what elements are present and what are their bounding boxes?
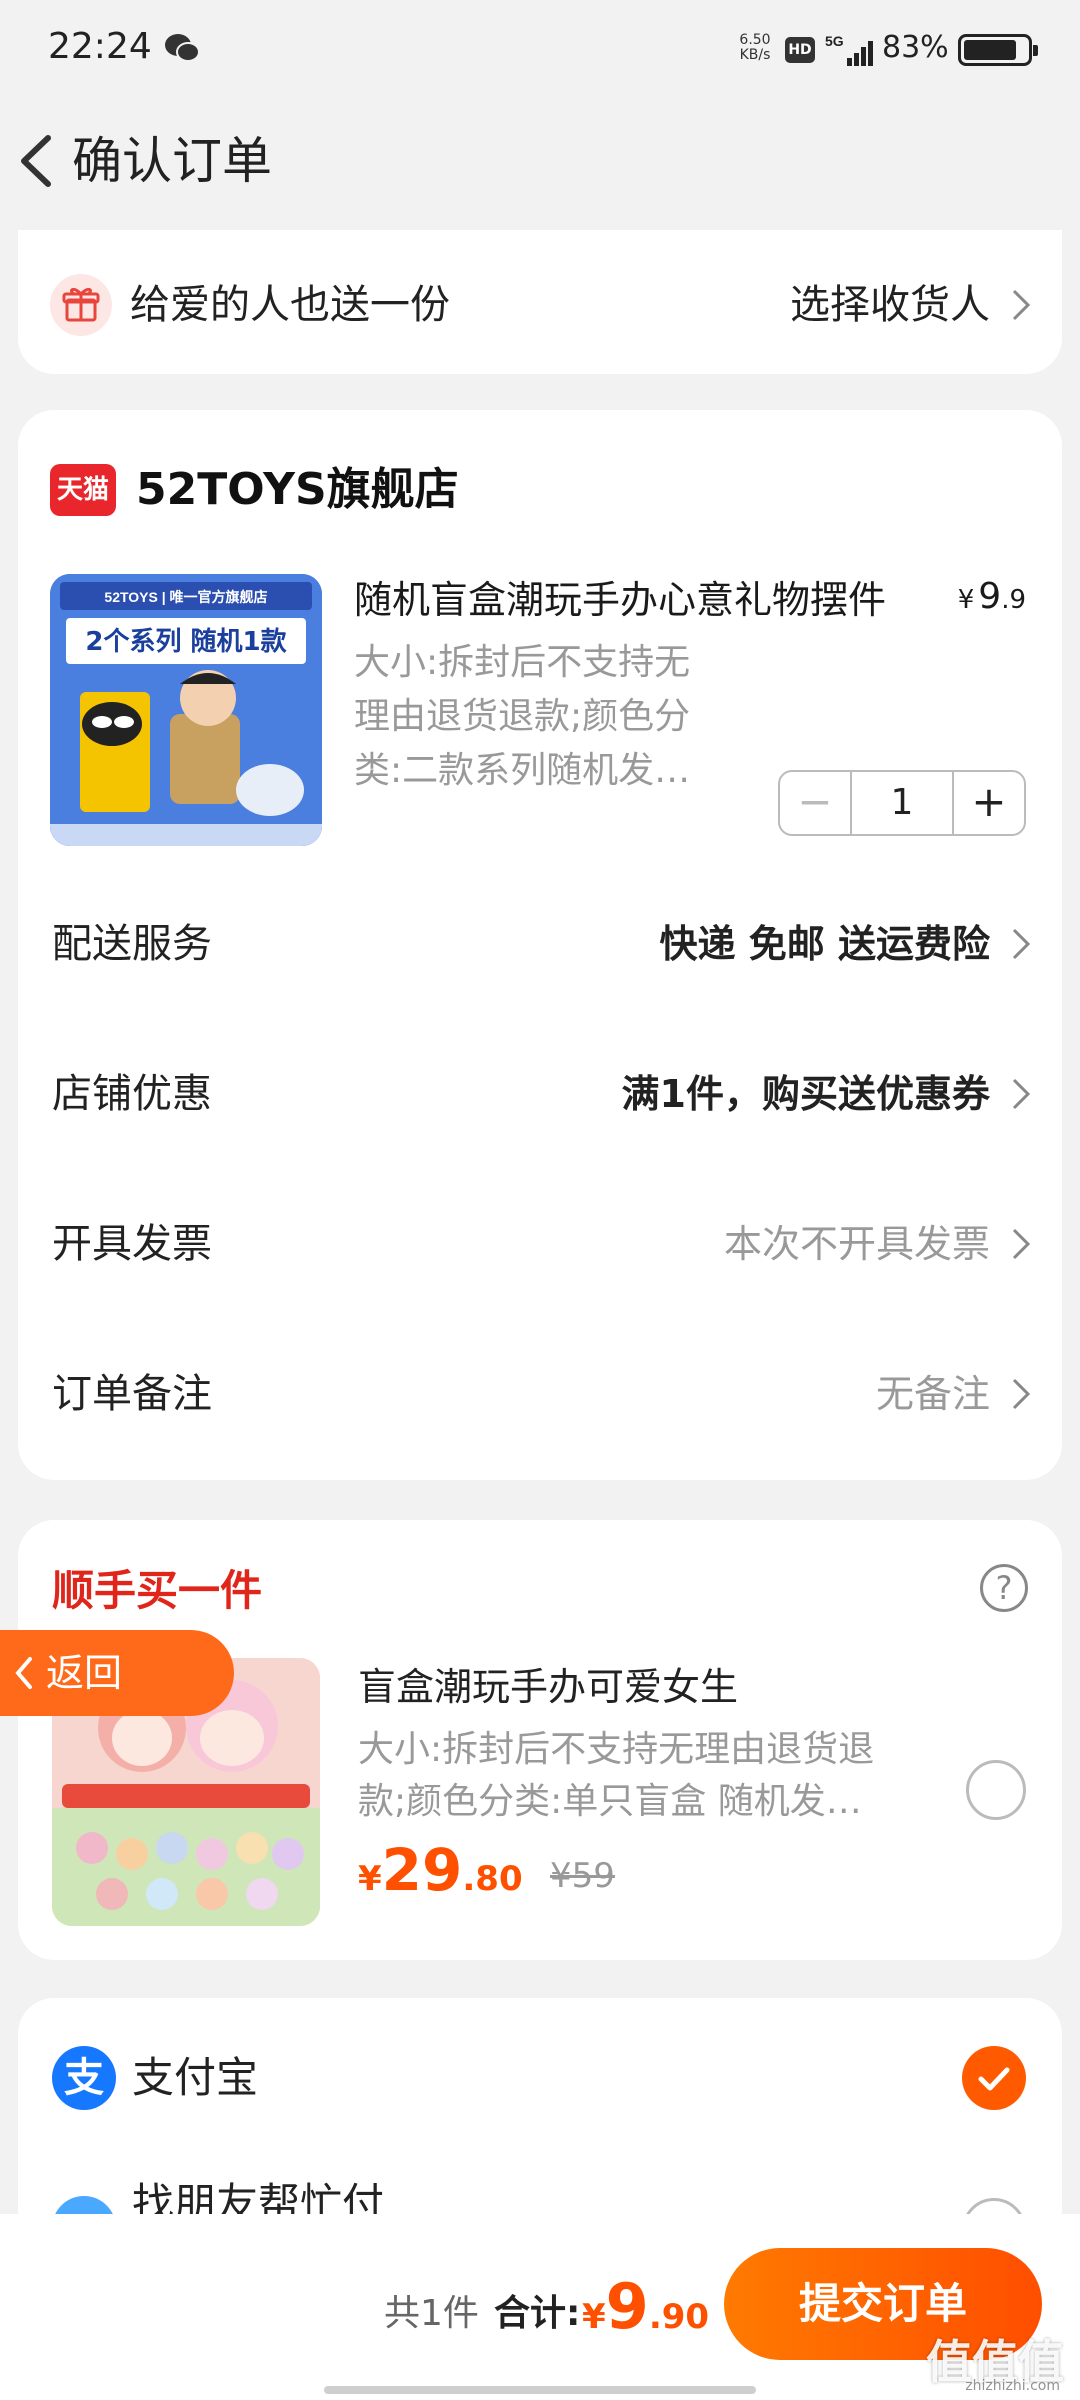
addon-title: 顺手买一件 (52, 1566, 263, 1615)
invoice-row[interactable]: 开具发票 本次不开具发票 (18, 1194, 1062, 1294)
product-title[interactable]: 随机盲盒潮玩手办心意礼物摆件 (354, 570, 914, 630)
quantity-value[interactable]: 1 (852, 772, 952, 834)
item-count: 共1件 (384, 2293, 479, 2334)
chevron-right-icon (1012, 1378, 1031, 1410)
alipay-label[interactable]: 支付宝 (132, 2048, 258, 2108)
note-value: 无备注 (875, 1372, 990, 1416)
svg-text:2个系列 随机1款: 2个系列 随机1款 (85, 626, 287, 657)
addon-product-name[interactable]: 盲盒潮玩手办可爱女生 (358, 1656, 738, 1718)
battery-icon (958, 34, 1038, 66)
chevron-right-icon (1012, 928, 1031, 960)
alipay-selected-check[interactable] (962, 2046, 1026, 2110)
chevron-right-icon (1012, 289, 1031, 321)
choose-receiver-link[interactable]: 选择收货人 (790, 276, 990, 334)
delivery-label: 配送服务 (52, 921, 212, 967)
invoice-label: 开具发票 (52, 1221, 212, 1267)
delivery-value: 快递 免邮 送运费险 (659, 922, 990, 966)
svg-text:52TOYS | 唯一官方旗舰店: 52TOYS | 唯一官方旗舰店 (104, 589, 267, 605)
help-icon[interactable]: ? (980, 1564, 1028, 1612)
check-icon (978, 2067, 1010, 2091)
invoice-value: 本次不开具发票 (723, 1222, 990, 1266)
addon-select-radio[interactable] (966, 1760, 1026, 1820)
increase-button[interactable]: + (952, 772, 1024, 834)
gift-icon (50, 274, 112, 336)
network-speed: 6.50 KB/s (739, 32, 771, 63)
status-time: 22:24 (48, 26, 152, 67)
tmall-logo: 天猫 (50, 464, 116, 516)
addon-price: ¥29.80 (358, 1836, 523, 1904)
store-name[interactable]: 52TOYS旗舰店 (136, 460, 459, 520)
note-label: 订单备注 (52, 1371, 212, 1417)
total-label: 合计: (494, 2293, 581, 2334)
status-bar: 22:24 6.50 KB/s HD 5G 83% (0, 0, 1080, 100)
addon-card: 顺手买一件 ? 盲盒潮玩手办可爱女生 大小:拆封后不支持无理由退货退 款;颜色分… (18, 1520, 1062, 1960)
gift-row[interactable]: 给爱的人也送一份 选择收货人 (18, 230, 1062, 374)
bottom-bar: 共1件 合计: ¥9.90 提交订单 (0, 2214, 1080, 2400)
discount-label: 店铺优惠 (52, 1071, 212, 1117)
battery-percentage: 83% (882, 30, 949, 65)
header: 确认订单 (0, 110, 1080, 210)
alipay-icon: 支 (52, 2046, 116, 2110)
product-spec[interactable]: 大小:拆封后不支持无 理由退货退款;颜色分 类:二款系列随机发… (354, 636, 754, 798)
quantity-stepper: − 1 + (778, 770, 1026, 836)
chevron-right-icon (1012, 1078, 1031, 1110)
wechat-icon (165, 34, 200, 62)
total-amount: ¥9.90 (582, 2270, 710, 2343)
gift-label: 给爱的人也送一份 (130, 282, 450, 328)
svg-text:5G: 5G (825, 33, 844, 49)
addon-product-spec: 大小:拆封后不支持无理由退货退 款;颜色分类:单只盲盒 随机发… (358, 1729, 875, 1822)
page-title: 确认订单 (72, 132, 272, 190)
order-card: 天猫 52TOYS旗舰店 52TOYS | 唯一官方旗舰店 2个系列 随机1款 … (18, 410, 1062, 1480)
watermark-url: zhizhizhi.com (965, 2378, 1060, 2394)
floating-back-label: 返回 (46, 1651, 123, 1695)
discount-value: 满1件，购买送优惠券 (621, 1072, 990, 1116)
hd-badge: HD (785, 37, 815, 63)
chevron-right-icon (1012, 1228, 1031, 1260)
product-image[interactable]: 52TOYS | 唯一官方旗舰店 2个系列 随机1款 (50, 574, 322, 846)
shop-discount-row[interactable]: 店铺优惠 满1件，购买送优惠券 (18, 1044, 1062, 1144)
floating-back-button[interactable]: 返回 (0, 1630, 234, 1716)
home-indicator[interactable] (324, 2386, 756, 2394)
product-price: ¥9.9 (957, 576, 1026, 617)
delivery-row[interactable]: 配送服务 快递 免邮 送运费险 (18, 894, 1062, 994)
signal-icon: 5G (825, 32, 877, 72)
decrease-button[interactable]: − (780, 772, 852, 834)
addon-original-price: ¥59 (550, 1856, 615, 1896)
chevron-left-icon (15, 1657, 32, 1689)
back-arrow-icon[interactable] (10, 128, 66, 194)
order-note-row[interactable]: 订单备注 无备注 (18, 1344, 1062, 1444)
